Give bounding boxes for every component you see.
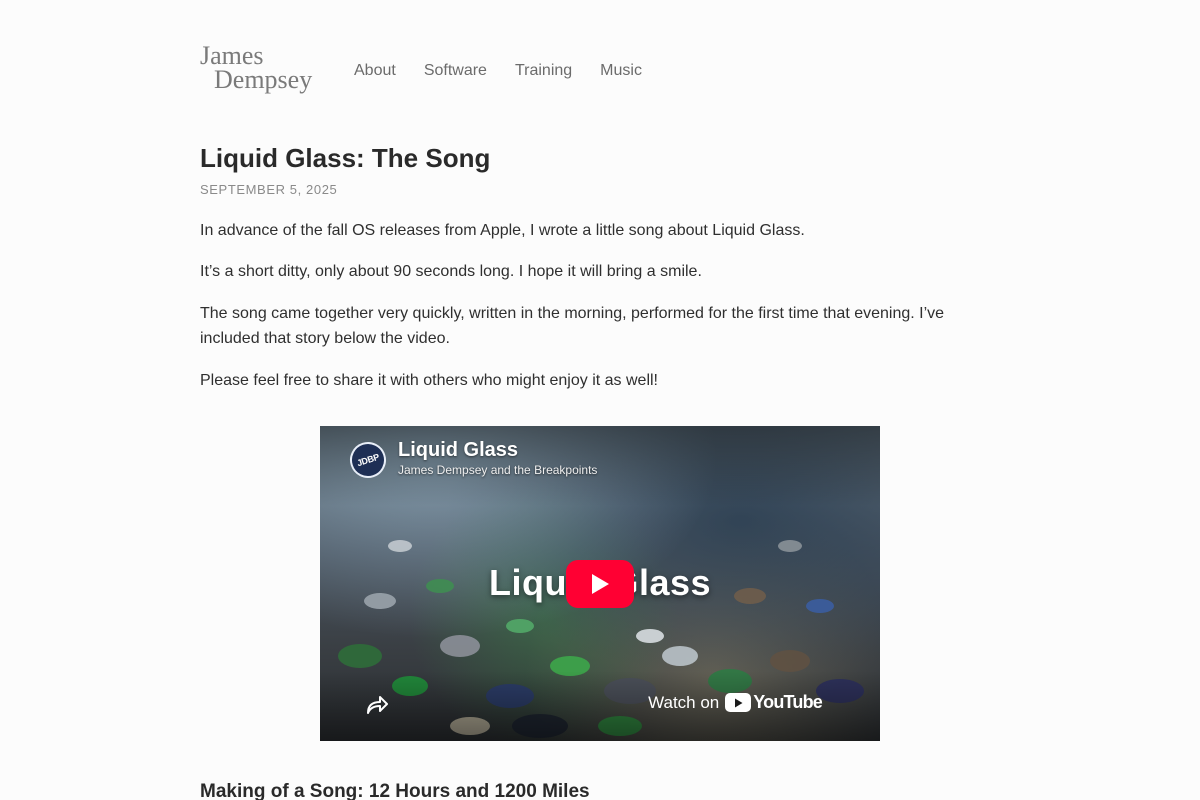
share-icon[interactable] — [364, 692, 390, 718]
youtube-embed[interactable]: JDBP Liquid Glass James Dempsey and the … — [320, 426, 880, 741]
video-title[interactable]: Liquid Glass — [398, 439, 518, 462]
youtube-wordmark: YouTube — [753, 692, 823, 712]
site-header: James Dempsey About Software Training Mu… — [200, 43, 642, 94]
post-title: Liquid Glass: The Song — [200, 143, 491, 173]
nav-music[interactable]: Music — [600, 62, 642, 80]
section-heading: Making of a Song: 12 Hours and 1200 Mile… — [200, 781, 590, 800]
video-channel-name: James Dempsey and the Breakpoints — [398, 463, 598, 477]
post-paragraph: In advance of the fall OS releases from … — [200, 222, 805, 239]
post-paragraph: Please feel free to share it with others… — [200, 372, 658, 389]
youtube-play-icon — [725, 693, 752, 712]
youtube-logo: YouTube — [725, 692, 823, 713]
nav-software[interactable]: Software — [424, 62, 487, 80]
watch-on-label: Watch on — [648, 692, 720, 712]
nav-training[interactable]: Training — [515, 62, 572, 80]
main-nav: About Software Training Music — [354, 62, 642, 80]
watch-on-youtube-link[interactable]: Watch on YouTube — [648, 692, 823, 713]
logo-last-name: Dempsey — [214, 65, 313, 94]
post-date: SEPTEMBER 5, 2025 — [200, 182, 338, 197]
nav-about[interactable]: About — [354, 62, 396, 80]
post-paragraph: The song came together very quickly, wri… — [200, 305, 945, 347]
post-paragraph: It’s a short ditty, only about 90 second… — [200, 263, 702, 280]
play-icon — [592, 574, 609, 594]
site-logo[interactable]: James Dempsey — [200, 43, 330, 94]
blog-post: Liquid Glass: The Song SEPTEMBER 5, 2025… — [200, 142, 960, 389]
play-button[interactable] — [566, 560, 634, 608]
